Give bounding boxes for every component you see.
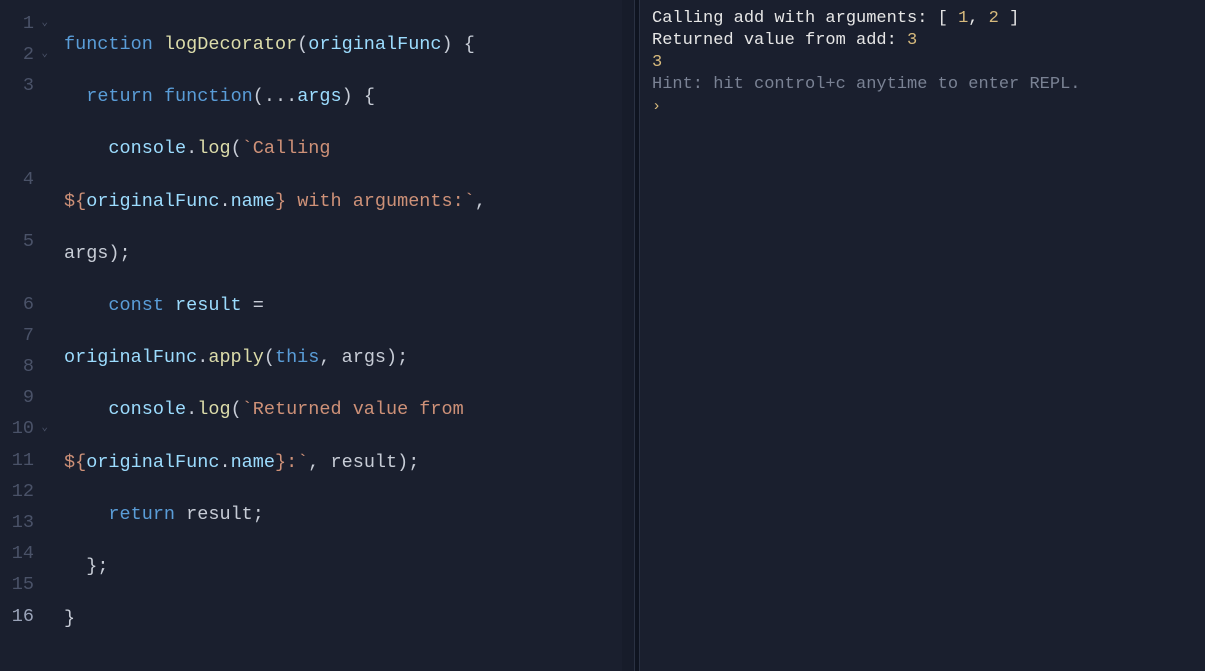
gutter-row bbox=[0, 195, 54, 226]
code-line[interactable]: return function(...args) { bbox=[64, 81, 634, 112]
code-line[interactable]: return result; bbox=[64, 499, 634, 530]
gutter-row: 14 bbox=[0, 538, 54, 569]
fold-icon[interactable]: ⌄ bbox=[38, 8, 48, 39]
output-pane[interactable]: Calling add with arguments: [ 1, 2 ] Ret… bbox=[640, 0, 1205, 671]
gutter-row bbox=[0, 102, 54, 133]
gutter-row: 5 bbox=[0, 226, 54, 257]
gutter-row: 1⌄ bbox=[0, 8, 54, 39]
gutter-row: 16 bbox=[0, 601, 54, 632]
code-line[interactable]: } bbox=[64, 603, 634, 634]
code-line[interactable]: const result = bbox=[64, 290, 634, 321]
line-gutter: 1⌄ 2⌄ 3 4 5 6 7 8 9 10⌄ 11 12 13 14 15 1… bbox=[0, 0, 54, 671]
console-line: Returned value from add: 3 bbox=[652, 30, 1193, 52]
console-line: 3 bbox=[652, 52, 1193, 74]
gutter-row: 7 bbox=[0, 320, 54, 351]
gutter-row: 10⌄ bbox=[0, 413, 54, 444]
gutter-row: 15 bbox=[0, 569, 54, 600]
repl-prompt[interactable]: › bbox=[652, 96, 1193, 118]
code-line[interactable]: originalFunc.apply(this, args); bbox=[64, 342, 634, 373]
console-hint: Hint: hit control+c anytime to enter REP… bbox=[652, 74, 1193, 96]
gutter-row: 4 bbox=[0, 164, 54, 195]
gutter-row: 8 bbox=[0, 351, 54, 382]
code-line[interactable]: ${originalFunc.name} with arguments:`, bbox=[64, 186, 634, 217]
editor-pane[interactable]: 1⌄ 2⌄ 3 4 5 6 7 8 9 10⌄ 11 12 13 14 15 1… bbox=[0, 0, 634, 671]
gutter-row bbox=[0, 258, 54, 289]
fold-icon[interactable]: ⌄ bbox=[38, 413, 48, 444]
code-line[interactable]: ${originalFunc.name}:`, result); bbox=[64, 447, 634, 478]
code-line[interactable]: }; bbox=[64, 551, 634, 582]
code-area[interactable]: function logDecorator(originalFunc) { re… bbox=[54, 0, 634, 671]
code-line[interactable]: args); bbox=[64, 238, 634, 269]
fold-icon[interactable]: ⌄ bbox=[38, 39, 48, 70]
gutter-row: 2⌄ bbox=[0, 39, 54, 70]
gutter-row: 11 bbox=[0, 445, 54, 476]
gutter-row bbox=[0, 133, 54, 164]
console-line: Calling add with arguments: [ 1, 2 ] bbox=[652, 8, 1193, 30]
code-line[interactable]: console.log(`Calling bbox=[64, 133, 634, 164]
ide-container: 1⌄ 2⌄ 3 4 5 6 7 8 9 10⌄ 11 12 13 14 15 1… bbox=[0, 0, 1205, 671]
gutter-row: 12 bbox=[0, 476, 54, 507]
code-line[interactable]: function logDecorator(originalFunc) { bbox=[64, 29, 634, 60]
gutter-row: 13 bbox=[0, 507, 54, 538]
gutter-row: 9 bbox=[0, 382, 54, 413]
gutter-row: 3 bbox=[0, 70, 54, 101]
code-line[interactable]: console.log(`Returned value from bbox=[64, 394, 634, 425]
gutter-row: 6 bbox=[0, 289, 54, 320]
code-line[interactable] bbox=[64, 655, 634, 671]
